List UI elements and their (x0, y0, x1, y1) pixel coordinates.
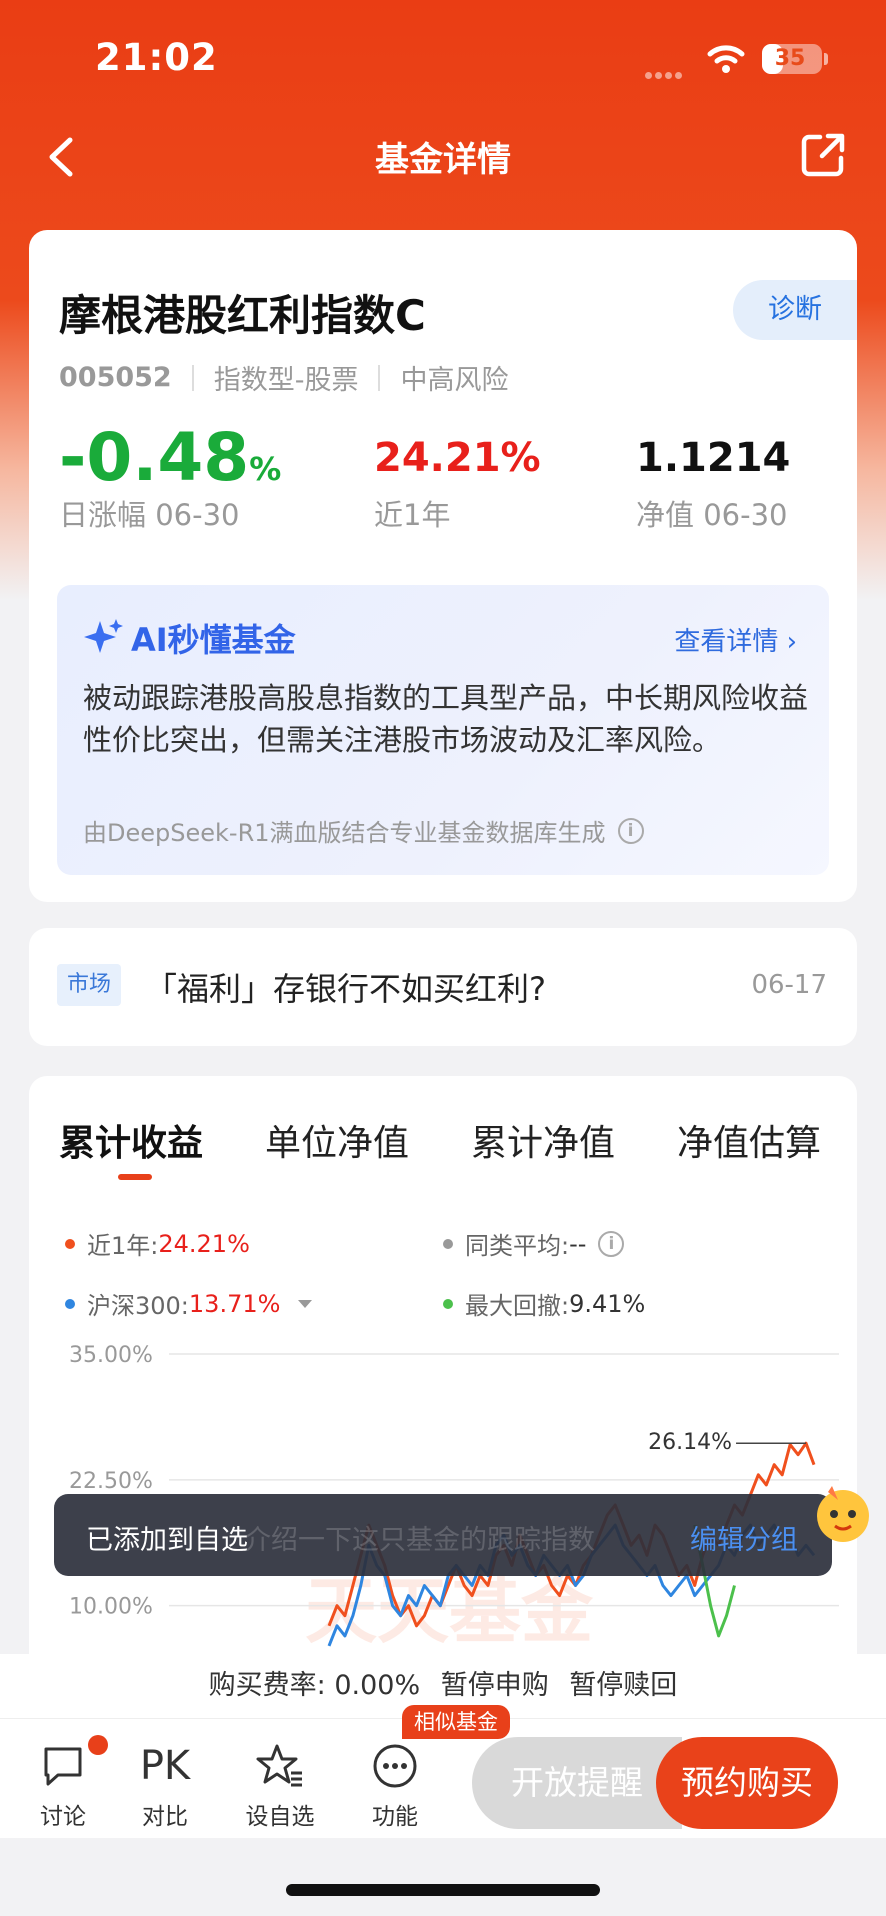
discussion-label: 讨论 (40, 1804, 86, 1830)
functions-button[interactable]: 功能 (350, 1741, 440, 1831)
home-indicator (286, 1884, 600, 1896)
year-return-label: 近1年 (374, 498, 451, 532)
fund-summary-card: 摩根港股红利指数C 诊断 005052 指数型-股票 中高风险 -0.48% 日… (29, 230, 857, 902)
fund-risk: 中高风险 (400, 365, 509, 396)
more-icon (373, 1744, 417, 1788)
toast-background-prompt: 介绍一下这只基金的跟踪指数 (244, 1525, 595, 1556)
ai-summary-text: 被动跟踪港股高股息指数的工具型产品，中长期风险收益性价比突出，但需关注港股市场波… (83, 681, 809, 757)
chart-tabs: 累计收益 单位净值 累计净值 净值估算 (59, 1114, 849, 1194)
tab-cumulative-nav[interactable]: 累计净值 (471, 1114, 615, 1166)
toast-notification: 介绍一下这只基金的跟踪指数 已添加到自选 编辑分组 (54, 1494, 832, 1576)
ai-view-details-link[interactable]: 查看详情 › (674, 621, 797, 658)
subscribe-status: 暂停申购 (440, 1670, 549, 1701)
dropdown-caret-icon[interactable] (298, 1299, 313, 1308)
legend-label: 近1年: (87, 1232, 159, 1260)
peak-annotation: 26.14% (648, 1430, 732, 1455)
pk-icon: PK (139, 1743, 191, 1789)
performance-chart-card: 累计收益 单位净值 累计净值 净值估算 近1年: 24.21% 同类平均: --… (29, 1076, 857, 1676)
navigation-bar: 基金详情 (0, 120, 886, 200)
diagnose-button[interactable]: 诊断 (733, 280, 857, 340)
legend-label: 同类平均: (465, 1232, 570, 1260)
legend-dot (443, 1298, 453, 1309)
reserve-purchase-button[interactable]: 预约购买 (656, 1737, 838, 1829)
legend-1y: 近1年: 24.21% (65, 1226, 250, 1261)
sparkle-icon (84, 619, 123, 653)
fund-type: 指数型-股票 (213, 365, 359, 396)
mascot-icon[interactable] (808, 1478, 878, 1548)
redeem-status: 暂停赎回 (569, 1670, 678, 1701)
y-tick-label: 22.50% (69, 1469, 153, 1494)
ai-footnote-text: 由DeepSeek-R1满血版结合专业基金数据库生成 (83, 819, 606, 847)
tab-unit-nav[interactable]: 单位净值 (265, 1114, 409, 1166)
cellular-signal-icon (645, 64, 685, 83)
nav-label: 净值 06-30 (636, 498, 788, 532)
day-change-unit: % (249, 450, 282, 488)
legend-value: -- (569, 1229, 587, 1258)
year-return-value: 24.21% (374, 435, 541, 481)
active-tab-indicator (118, 1174, 152, 1180)
functions-label: 功能 (372, 1804, 418, 1830)
news-tag: 市场 (57, 964, 122, 1006)
legend-dot (65, 1238, 75, 1249)
legend-dot (65, 1298, 75, 1309)
compare-button[interactable]: PK 对比 (120, 1741, 210, 1831)
divider (378, 364, 381, 391)
battery-icon: 35 (762, 44, 822, 74)
page-title: 基金详情 (375, 140, 511, 180)
year-return-stat: 24.21% 近1年 (374, 426, 541, 534)
tab-nav-estimate[interactable]: 净值估算 (677, 1114, 821, 1166)
info-icon[interactable]: i (598, 1230, 625, 1257)
star-icon (256, 1744, 302, 1787)
legend-category-avg: 同类平均: -- i (443, 1226, 625, 1261)
news-date: 06-17 (751, 970, 827, 1000)
news-title: 「福利」存银行不如买红利? (145, 970, 546, 1008)
ai-summary-box[interactable]: AI秒懂基金 查看详情 › 被动跟踪港股高股息指数的工具型产品，中长期风险收益性… (57, 585, 829, 875)
legend-csi300[interactable]: 沪深300: 13.71% (65, 1286, 313, 1321)
ai-summary-title: AI秒懂基金 (83, 615, 296, 661)
ai-footnote: 由DeepSeek-R1满血版结合专业基金数据库生成 i (83, 813, 644, 848)
purchase-fee: 购买费率: 0.00% (208, 1670, 421, 1701)
fund-code: 005052 (59, 362, 172, 393)
news-card[interactable]: 市场 「福利」存银行不如买红利? 06-17 (29, 928, 857, 1046)
info-icon[interactable]: i (617, 817, 644, 844)
day-change-label: 日涨幅 06-30 (59, 498, 240, 532)
legend-value: 13.71% (188, 1289, 281, 1318)
day-change-stat: -0.48% 日涨幅 06-30 (59, 425, 282, 534)
ai-title-text: AI秒懂基金 (131, 621, 296, 659)
share-icon[interactable] (800, 132, 846, 178)
fund-name: 摩根港股红利指数C (59, 291, 426, 340)
status-time: 21:02 (95, 36, 218, 79)
chat-icon (44, 1747, 82, 1786)
battery-cap (824, 53, 828, 65)
toast-message: 已添加到自选 (86, 1525, 248, 1556)
open-reminder-button[interactable]: 开放提醒 (472, 1737, 682, 1829)
edit-group-button[interactable]: 编辑分组 (690, 1518, 798, 1557)
nav-stat: 1.1214 净值 06-30 (636, 426, 790, 534)
legend-label: 最大回撤: (465, 1292, 570, 1320)
discussion-button[interactable]: 讨论 (18, 1735, 108, 1831)
legend-label: 沪深300: (87, 1292, 189, 1320)
nav-value: 1.1214 (636, 435, 791, 481)
legend-dot (443, 1238, 453, 1249)
y-tick-label: 10.00% (69, 1595, 153, 1620)
day-change-value: -0.48 (59, 419, 250, 496)
status-bar: 21:02 35 (0, 0, 886, 120)
add-watchlist-label: 设自选 (245, 1804, 315, 1830)
wifi-icon (707, 45, 745, 73)
compare-label: 对比 (142, 1804, 188, 1830)
add-watchlist-button[interactable]: 设自选 (235, 1741, 325, 1831)
tab-cumulative-return[interactable]: 累计收益 (59, 1114, 203, 1166)
bottom-action-bar: 讨论 PK 对比 设自选 功能 相似基金 开放提醒 预约购买 (0, 1705, 886, 1838)
notification-dot (88, 1735, 108, 1755)
y-tick-label: 35.00% (69, 1343, 153, 1368)
battery-percent: 35 (774, 46, 806, 71)
fund-meta: 005052 指数型-股票 中高风险 (59, 358, 508, 397)
similar-funds-badge[interactable]: 相似基金 (402, 1705, 510, 1739)
legend-value: 24.21% (158, 1229, 250, 1258)
legend-max-drawdown: 最大回撤: 9.41% (443, 1286, 645, 1321)
legend-value: 9.41% (569, 1289, 646, 1318)
divider (191, 364, 194, 391)
